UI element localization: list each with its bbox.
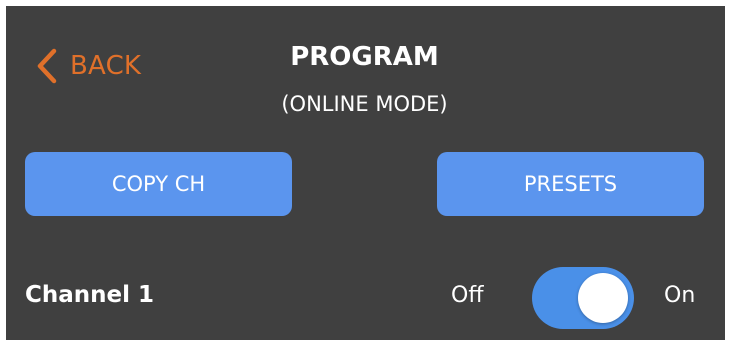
copy-channel-button[interactable]: COPY CH [25, 152, 292, 216]
presets-button[interactable]: PRESETS [437, 152, 704, 216]
toggle-on-label: On [664, 283, 696, 308]
page-subtitle: (ONLINE MODE) [281, 92, 448, 116]
channel-label: Channel 1 [25, 282, 155, 308]
toggle-off-label: Off [451, 283, 484, 308]
channel-toggle[interactable] [532, 267, 634, 329]
page-title: PROGRAM [290, 42, 439, 72]
presets-label: PRESETS [523, 172, 618, 196]
copy-channel-label: COPY CH [111, 172, 206, 196]
toggle-knob [578, 273, 628, 323]
